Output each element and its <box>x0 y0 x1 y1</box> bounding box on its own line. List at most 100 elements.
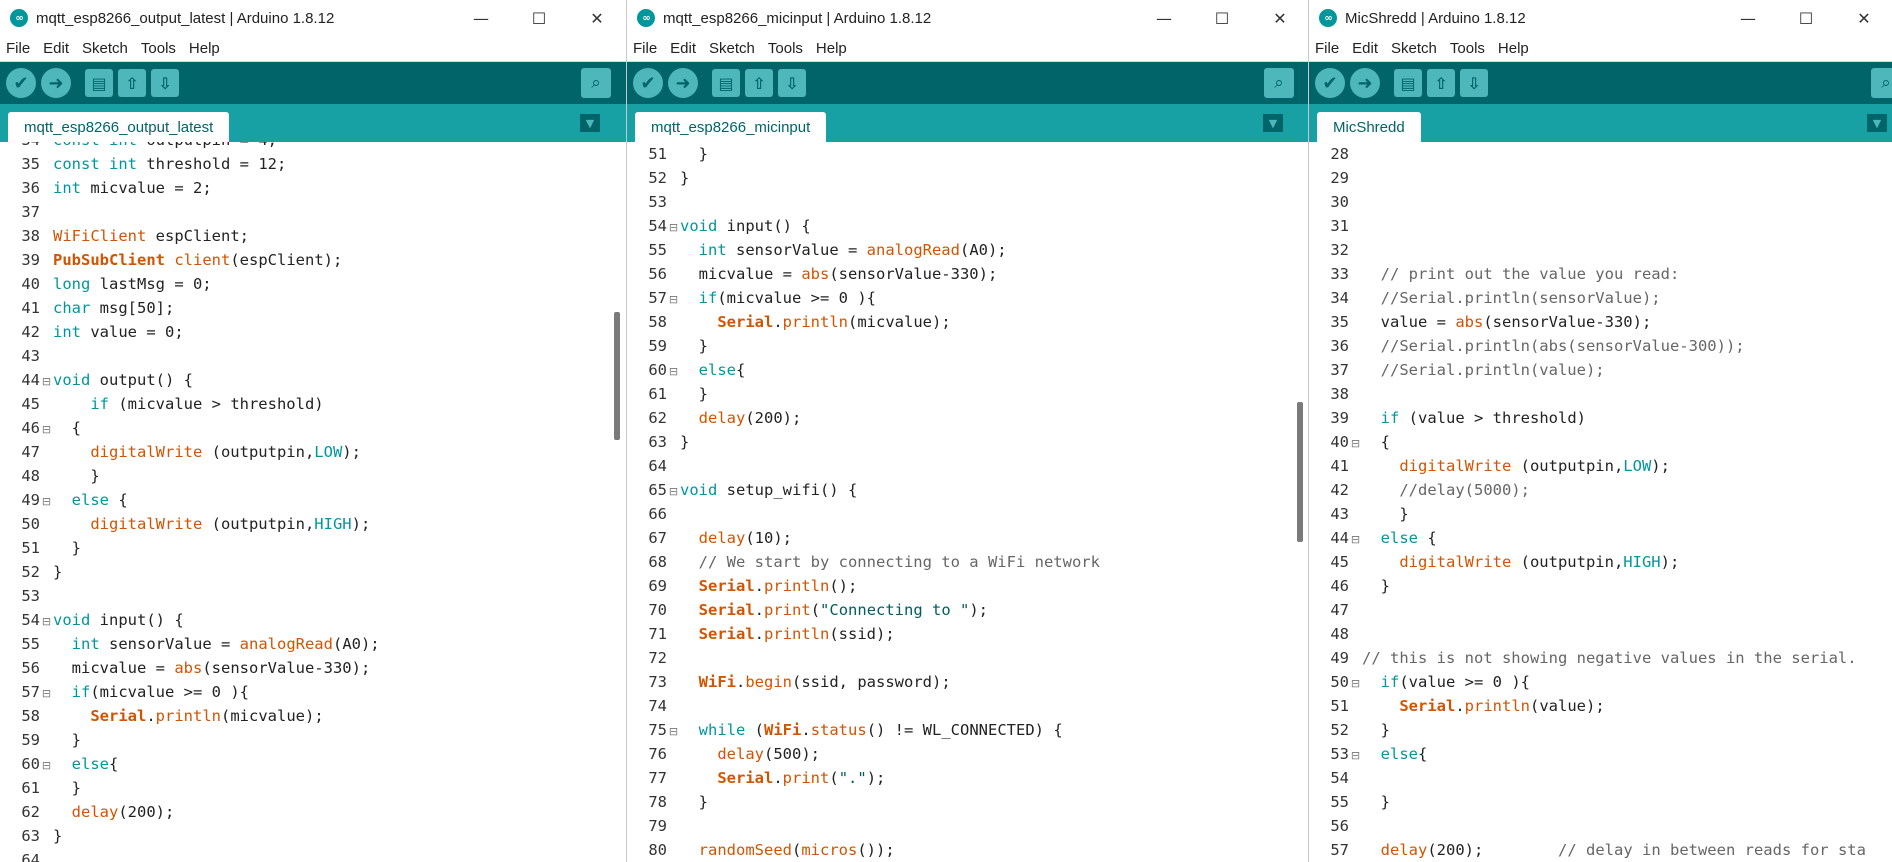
code-line[interactable]: 59 } <box>0 728 81 752</box>
code-line[interactable]: 30 <box>1309 190 1362 214</box>
code-line[interactable]: 61 } <box>0 776 81 800</box>
menu-sketch[interactable]: Sketch <box>703 40 762 57</box>
code-line[interactable]: 44 ⊟ void output() { <box>0 368 193 392</box>
code-line[interactable]: 55 int sensorValue = analogRead(A0); <box>0 632 379 656</box>
save-sketch-icon[interactable]: ⇩ <box>1460 69 1488 97</box>
code-line[interactable]: 63} <box>0 824 62 848</box>
code-line[interactable]: 51 } <box>0 536 81 560</box>
code-line[interactable]: 43 } <box>1309 502 1408 526</box>
menu-edit[interactable]: Edit <box>37 40 76 57</box>
fold-toggle-icon[interactable]: ⊟ <box>1349 432 1362 456</box>
code-line[interactable]: 78 } <box>627 790 708 814</box>
menu-help[interactable]: Help <box>183 40 227 57</box>
menu-tools[interactable]: Tools <box>135 40 183 57</box>
title-bar[interactable]: ∞ MicShredd | Arduino 1.8.12 — ☐ ✕ <box>1309 0 1892 36</box>
code-line[interactable]: 69 Serial.println(); <box>627 574 857 598</box>
minimize-button[interactable]: — <box>1719 0 1777 36</box>
code-line[interactable]: 54 <box>1309 766 1362 790</box>
code-line[interactable]: 31 <box>1309 214 1362 238</box>
code-line[interactable]: 46 ⊟ { <box>0 416 81 440</box>
code-line[interactable]: 48 } <box>0 464 99 488</box>
open-sketch-icon[interactable]: ⇧ <box>118 69 146 97</box>
code-line[interactable]: 42 int value = 0; <box>0 320 183 344</box>
fold-toggle-icon[interactable]: ⊟ <box>40 682 53 706</box>
code-line[interactable]: 49 ⊟ else { <box>0 488 127 514</box>
code-line[interactable]: 52} <box>0 560 62 584</box>
code-line[interactable]: 74 <box>627 694 680 718</box>
code-line[interactable]: 37 //Serial.println(value); <box>1309 358 1604 382</box>
minimize-button[interactable]: — <box>452 0 510 36</box>
fold-toggle-icon[interactable]: ⊟ <box>667 360 680 384</box>
code-editor[interactable]: 34 const int outputpin = 4; 35 const int th… <box>0 142 626 862</box>
code-line[interactable]: 45 digitalWrite (outputpin,HIGH); <box>1309 550 1679 574</box>
save-sketch-icon[interactable]: ⇩ <box>151 69 179 97</box>
code-line[interactable]: 80 randomSeed(micros()); <box>627 838 894 862</box>
scrollbar-thumb[interactable] <box>614 312 620 440</box>
code-line[interactable]: 57 ⊟ if(micvalue >= 0 ){ <box>0 680 249 704</box>
tab-sketch[interactable]: MicShredd <box>1317 112 1421 142</box>
code-line[interactable]: 58 Serial.println(micvalue); <box>627 310 950 334</box>
code-line[interactable]: 67 delay(10); <box>627 526 792 550</box>
code-line[interactable]: 52} <box>627 166 689 190</box>
menu-help[interactable]: Help <box>810 40 854 57</box>
code-line[interactable]: 35 value = abs(sensorValue-330); <box>1309 310 1651 334</box>
fold-toggle-icon[interactable]: ⊟ <box>40 490 53 514</box>
code-line[interactable]: 38 <box>1309 382 1362 406</box>
serial-monitor-icon[interactable]: ⌕ <box>1264 68 1294 98</box>
code-line[interactable]: 53 <box>627 190 680 214</box>
close-button[interactable]: ✕ <box>568 0 626 36</box>
code-line[interactable]: 33 // print out the value you read: <box>1309 262 1679 286</box>
verify-icon[interactable]: ✔ <box>6 68 36 98</box>
code-line[interactable]: 39 PubSubClient client(espClient); <box>0 248 342 272</box>
code-line[interactable]: 64 <box>0 848 53 862</box>
verify-icon[interactable]: ✔ <box>633 68 663 98</box>
code-line[interactable]: 77 Serial.print("."); <box>627 766 885 790</box>
fold-toggle-icon[interactable]: ⊟ <box>40 370 53 394</box>
code-line[interactable]: 51 Serial.println(value); <box>1309 694 1604 718</box>
title-bar[interactable]: ∞ mqtt_esp8266_output_latest | Arduino 1… <box>0 0 626 36</box>
code-line[interactable]: 34 const int outputpin = 4; <box>0 142 277 152</box>
code-line[interactable]: 59 } <box>627 334 708 358</box>
maximize-button[interactable]: ☐ <box>1777 0 1835 36</box>
serial-monitor-icon[interactable]: ⌕ <box>1871 68 1892 98</box>
code-line[interactable]: 41 char msg[50]; <box>0 296 174 320</box>
code-line[interactable]: 57 delay(200); // delay in between reads… <box>1309 838 1866 862</box>
code-line[interactable]: 57 ⊟ if(micvalue >= 0 ){ <box>627 286 876 310</box>
code-line[interactable]: 68 // We start by connecting to a WiFi n… <box>627 550 1100 574</box>
code-editor[interactable]: 28 29 30 31 32 33 // print out the value you … <box>1309 142 1892 862</box>
tab-menu-icon[interactable]: ▼ <box>580 114 600 132</box>
menu-tools[interactable]: Tools <box>1444 40 1492 57</box>
code-line[interactable]: 37 <box>0 200 53 224</box>
fold-toggle-icon[interactable]: ⊟ <box>667 480 680 504</box>
menu-edit[interactable]: Edit <box>1346 40 1385 57</box>
save-sketch-icon[interactable]: ⇩ <box>778 69 806 97</box>
code-line[interactable]: 36 int micvalue = 2; <box>0 176 211 200</box>
fold-toggle-icon[interactable]: ⊟ <box>667 288 680 312</box>
menu-tools[interactable]: Tools <box>762 40 810 57</box>
code-line[interactable]: 51 } <box>627 142 708 166</box>
code-line[interactable]: 56 <box>1309 814 1362 838</box>
code-line[interactable]: 41 digitalWrite (outputpin,LOW); <box>1309 454 1670 478</box>
code-line[interactable]: 55 int sensorValue = analogRead(A0); <box>627 238 1006 262</box>
menu-file[interactable]: File <box>627 40 664 57</box>
upload-icon[interactable]: ➜ <box>41 68 71 98</box>
code-line[interactable]: 32 <box>1309 238 1362 262</box>
open-sketch-icon[interactable]: ⇧ <box>745 69 773 97</box>
close-button[interactable]: ✕ <box>1835 0 1892 36</box>
code-line[interactable]: 64 <box>627 454 680 478</box>
menu-file[interactable]: File <box>1309 40 1346 57</box>
code-line[interactable]: 38 WiFiClient espClient; <box>0 224 249 248</box>
tab-sketch[interactable]: mqtt_esp8266_micinput <box>635 112 827 142</box>
new-sketch-icon[interactable]: ▤ <box>712 69 740 97</box>
tab-menu-icon[interactable]: ▼ <box>1263 114 1283 132</box>
code-line[interactable]: 47 digitalWrite (outputpin,LOW); <box>0 440 361 464</box>
tab-sketch[interactable]: mqtt_esp8266_output_latest <box>8 112 230 142</box>
code-line[interactable]: 29 <box>1309 166 1362 190</box>
code-line[interactable]: 60 ⊟ else{ <box>627 358 745 382</box>
scrollbar-thumb[interactable] <box>1297 402 1303 542</box>
code-line[interactable]: 54 ⊟ void input() { <box>0 608 183 632</box>
menu-sketch[interactable]: Sketch <box>76 40 135 57</box>
code-line[interactable]: 53 <box>0 584 53 608</box>
close-button[interactable]: ✕ <box>1251 0 1309 36</box>
code-line[interactable]: 52 } <box>1309 718 1390 742</box>
